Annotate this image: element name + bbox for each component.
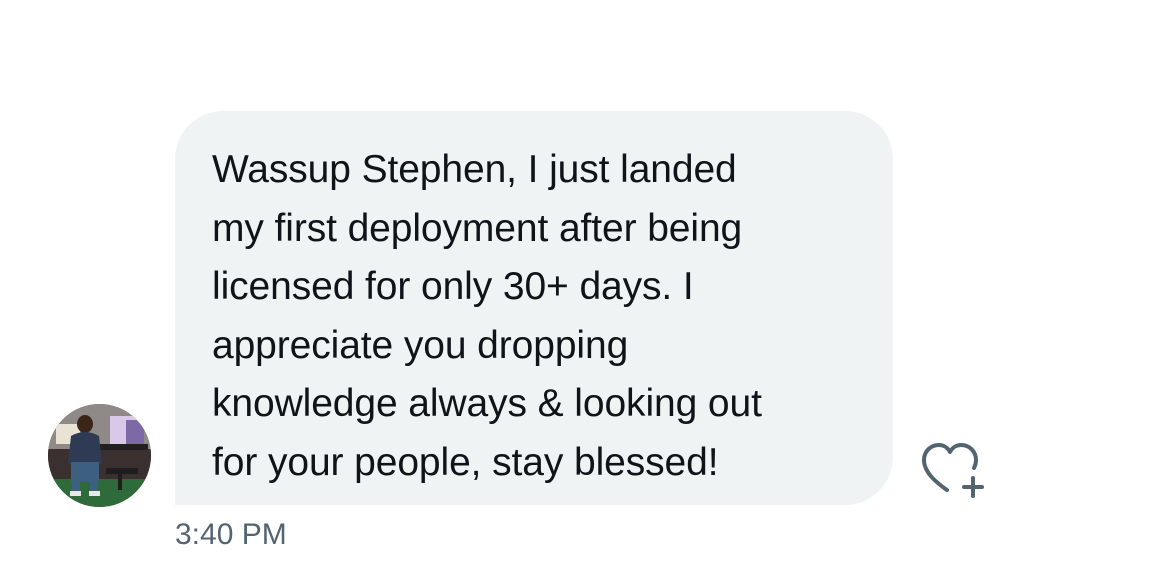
sender-avatar[interactable] bbox=[48, 404, 151, 507]
message-bubble[interactable]: Wassup Stephen, I just landed my first d… bbox=[175, 111, 893, 505]
avatar-photo bbox=[48, 404, 151, 507]
message-timestamp: 3:40 PM bbox=[175, 518, 287, 551]
message-text: Wassup Stephen, I just landed my first d… bbox=[212, 148, 762, 484]
dm-message-row: Wassup Stephen, I just landed my first d… bbox=[0, 0, 1170, 561]
add-reaction-button[interactable] bbox=[916, 438, 992, 504]
heart-plus-icon bbox=[922, 443, 984, 498]
